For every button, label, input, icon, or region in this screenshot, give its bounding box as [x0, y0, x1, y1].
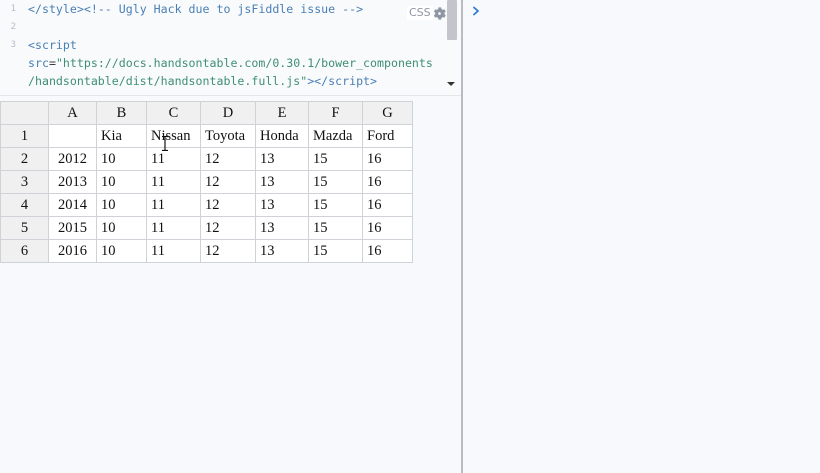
line-number: 1	[10, 4, 16, 14]
grid-cell[interactable]: 10	[96, 239, 147, 263]
code-token: style	[41, 2, 77, 16]
chevron-right-icon[interactable]	[471, 6, 481, 16]
grid-cell[interactable]: 12	[200, 193, 256, 217]
grid-cell[interactable]: 10	[96, 193, 147, 217]
grid-cell[interactable]: Honda	[255, 124, 309, 148]
grid-cell[interactable]: 16	[362, 193, 413, 217]
line-number: 2	[10, 22, 16, 32]
grid-cell[interactable]: 13	[255, 216, 309, 240]
column-header[interactable]: B	[96, 101, 147, 125]
code-text: <script	[28, 36, 77, 54]
grid-cell[interactable]: 13	[255, 239, 309, 263]
code-token: >	[76, 2, 84, 16]
pane-divider[interactable]	[461, 0, 463, 473]
grid-cell[interactable]: 13	[255, 170, 309, 194]
grid-cell[interactable]: 13	[255, 147, 309, 171]
table-row: 2 2012 10 11 12 13 15 16	[0, 147, 413, 171]
corner-header[interactable]	[0, 101, 49, 125]
grid-cell[interactable]: 2014	[48, 193, 97, 217]
grid-cell[interactable]: 15	[308, 239, 363, 263]
grid-cell[interactable]: 11	[146, 239, 201, 263]
grid-cell[interactable]: 11	[146, 216, 201, 240]
grid-cell[interactable]: 12	[200, 239, 256, 263]
code-text: /handsontable/dist/handsontable.full.js"…	[28, 72, 377, 90]
grid-cell[interactable]: 16	[362, 216, 413, 240]
grid-cell[interactable]: 16	[362, 147, 413, 171]
grid-cell[interactable]: 2015	[48, 216, 97, 240]
grid-cell[interactable]: 12	[200, 170, 256, 194]
column-header[interactable]: C	[146, 101, 201, 125]
code-token: =	[48, 56, 56, 70]
grid-cell[interactable]: Toyota	[200, 124, 256, 148]
grid-cell[interactable]: Kia	[96, 124, 147, 148]
text-cursor-icon	[162, 136, 168, 151]
spreadsheet-grid[interactable]: ABCDEFG 1 Kia Nissan Toyota Honda Mazda Ford 2 2…	[0, 101, 413, 263]
grid-cell[interactable]: 2013	[48, 170, 97, 194]
css-panel-label: CSS	[407, 6, 433, 20]
line-number: 3	[10, 40, 16, 50]
row-header[interactable]: 4	[0, 193, 49, 217]
grid-cell[interactable]: 2012	[48, 147, 97, 171]
grid-cell[interactable]: 15	[308, 216, 363, 240]
grid-cell[interactable]: 16	[362, 239, 413, 263]
code-token: script	[328, 74, 371, 88]
table-row: 6 2016 10 11 12 13 15 16	[0, 239, 413, 263]
grid-cell[interactable]: 10	[96, 216, 147, 240]
grid-cell[interactable]: 11	[146, 147, 201, 171]
scrollbar-thumb[interactable]	[447, 0, 457, 40]
grid-cell[interactable]	[48, 124, 97, 148]
table-row: 5 2015 10 11 12 13 15 16	[0, 216, 413, 240]
scroll-down-arrow[interactable]	[447, 82, 455, 86]
table-row: 1 Kia Nissan Toyota Honda Mazda Ford	[0, 124, 413, 148]
column-header-row: ABCDEFG	[0, 101, 413, 125]
grid-cell[interactable]: 11	[146, 170, 201, 194]
table-row: 4 2014 10 11 12 13 15 16	[0, 193, 413, 217]
grid-cell[interactable]: Ford	[362, 124, 413, 148]
code-token: </	[28, 2, 42, 16]
code-token: script	[34, 38, 77, 52]
code-token: "https://docs.handsontable.com/0.30.1/bo…	[55, 56, 433, 70]
row-header[interactable]: 2	[0, 147, 49, 171]
grid-cell[interactable]: 15	[308, 193, 363, 217]
grid-cell[interactable]: 15	[308, 170, 363, 194]
grid-cell[interactable]: 10	[96, 170, 147, 194]
column-header[interactable]: G	[362, 101, 413, 125]
grid-cell[interactable]: 12	[200, 216, 256, 240]
grid-cell[interactable]: 11	[146, 193, 201, 217]
row-header[interactable]: 5	[0, 216, 49, 240]
code-token: <!-- Ugly Hack due to jsFiddle issue -->	[83, 2, 364, 16]
code-editor[interactable]: 1 </style><!-- Ugly Hack due to jsFiddle …	[0, 0, 461, 96]
grid-cell[interactable]: 2016	[48, 239, 97, 263]
grid-cell[interactable]: Mazda	[308, 124, 363, 148]
table-row: 3 2013 10 11 12 13 15 16	[0, 170, 413, 194]
code-token: src	[28, 56, 49, 70]
column-header[interactable]: D	[200, 101, 256, 125]
row-header[interactable]: 1	[0, 124, 49, 148]
grid-cell[interactable]: 15	[308, 147, 363, 171]
grid-cell[interactable]: 16	[362, 170, 413, 194]
row-header[interactable]: 6	[0, 239, 49, 263]
row-header[interactable]: 3	[0, 170, 49, 194]
grid-cell[interactable]: 12	[200, 147, 256, 171]
column-header[interactable]: A	[48, 101, 97, 125]
code-text: src="https://docs.handsontable.com/0.30.…	[28, 54, 433, 72]
code-token: /handsontable/dist/handsontable.full.js"	[28, 74, 308, 88]
column-header[interactable]: F	[308, 101, 363, 125]
column-header[interactable]: E	[255, 101, 309, 125]
code-text: </style><!-- Ugly Hack due to jsFiddle i…	[28, 0, 363, 18]
code-token: >	[370, 74, 378, 88]
code-token: <	[28, 38, 35, 52]
grid-cell[interactable]: 10	[96, 147, 147, 171]
grid-cell[interactable]: Nissan	[146, 124, 201, 148]
code-token: ></	[307, 74, 329, 88]
grid-cell[interactable]: 13	[255, 193, 309, 217]
